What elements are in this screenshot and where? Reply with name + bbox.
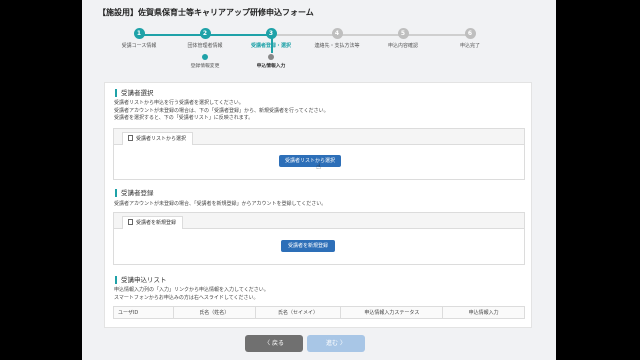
- tab-bar: 受講者を新規登録: [114, 213, 524, 229]
- step-label: 受講者登録・選択: [250, 43, 291, 49]
- step-number: 3: [265, 28, 277, 39]
- register-panel: 受講者を新規登録 受講者を新規登録: [113, 212, 525, 265]
- column-header: ユーザID: [113, 306, 174, 319]
- section-desc: 受講者リストから申込を行う受講者を選択してください。: [114, 100, 244, 106]
- section-desc: 受講者アカウントが未登録の場合、「受講者を新規登録」からアカウントを登録してくだ…: [114, 201, 327, 207]
- back-button[interactable]: 〈 戻る: [245, 335, 303, 352]
- new-registration-button[interactable]: 受講者を新規登録: [281, 240, 335, 252]
- step-label: 受講コース情報: [121, 43, 157, 49]
- tab-label: 受講者を新規登録: [136, 220, 177, 226]
- step-label: 申込完了: [459, 43, 480, 49]
- hand-cursor-icon: ☝: [316, 162, 321, 171]
- tab-new-registration[interactable]: 受講者を新規登録: [122, 216, 184, 229]
- substep-dot: [268, 54, 274, 60]
- substep-edit-registration: 登録情報変更: [175, 54, 235, 69]
- step-number: 1: [133, 28, 145, 39]
- step-number: 5: [397, 28, 409, 39]
- substep-dot: [202, 54, 208, 60]
- select-panel: 受講者リストから選択 受講者リストから選択 ☝: [113, 128, 525, 180]
- tab-bar: 受講者リストから選択: [114, 129, 524, 145]
- column-header: 氏名（セイメイ）: [254, 306, 342, 319]
- section-desc: 受講者を選択すると、下の「受講者リスト」に反映されます。: [114, 115, 254, 121]
- step-complete: 6 申込完了: [435, 28, 505, 49]
- tab-label: 受講者リストから選択: [136, 136, 187, 142]
- step-number: 4: [331, 28, 343, 39]
- step-number: 2: [199, 28, 211, 39]
- form-page: 【施設用】佐賀県保育士等キャリアアップ研修申込フォーム 1 受講コース情報 2 …: [82, 0, 556, 360]
- substep-application-input: 申込情報入力: [241, 54, 301, 69]
- column-header: 申込情報入力ステータス: [340, 306, 444, 319]
- column-header: 氏名（姓名）: [172, 306, 256, 319]
- document-icon: [128, 135, 133, 141]
- section-desc: スマートフォンからお申込みの方は右へスライドしてください。: [114, 294, 259, 301]
- application-list-table: ユーザID 氏名（姓名） 氏名（セイメイ） 申込情報入力ステータス 申込情報入力: [113, 306, 525, 319]
- table-header-row: ユーザID 氏名（姓名） 氏名（セイメイ） 申込情報入力ステータス 申込情報入力: [113, 306, 525, 319]
- substep-label: 申込情報入力: [256, 64, 286, 69]
- next-button[interactable]: 進む 〉: [307, 335, 365, 352]
- step-label: 連絡先・支払方法等: [314, 43, 360, 49]
- progress-stepper: 1 受講コース情報 2 団体管理者情報 3 受講者登録・選択 4 連絡先・支払方…: [82, 28, 556, 78]
- step-label: 団体管理者情報: [187, 43, 223, 49]
- section-title-register: 受講者登録: [115, 189, 154, 197]
- step-course-info: 1 受講コース情報: [104, 28, 174, 49]
- main-card: 受講者選択 受講者リストから申込を行う受講者を選択してください。 受講者アカウン…: [104, 82, 532, 328]
- tab-select-from-list[interactable]: 受講者リストから選択: [122, 132, 194, 145]
- page-title: 【施設用】佐賀県保育士等キャリアアップ研修申込フォーム: [98, 8, 314, 17]
- select-from-list-button[interactable]: 受講者リストから選択: [279, 155, 341, 167]
- column-header: 申込情報入力: [442, 306, 525, 319]
- section-title-list: 受講申込リスト: [115, 276, 167, 284]
- section-desc: 申込情報入力列の「入力」リンクから申込情報を入力してください。: [114, 287, 269, 293]
- step-admin-info: 2 団体管理者情報: [170, 28, 240, 49]
- step-trainee-registration: 3 受講者登録・選択: [236, 28, 306, 49]
- step-confirm: 5 申込内容確認: [368, 28, 438, 49]
- step-number: 6: [464, 28, 476, 39]
- step-contact-payment: 4 連絡先・支払方法等: [302, 28, 372, 49]
- document-icon: [128, 219, 133, 225]
- section-title-select: 受講者選択: [115, 89, 154, 97]
- step-label: 申込内容確認: [387, 43, 418, 49]
- section-desc: 受講者アカウントが未登録の場合は、下の「受講者登録」から、新規受講者を行ってくだ…: [114, 107, 329, 114]
- substep-label: 登録情報変更: [190, 64, 220, 69]
